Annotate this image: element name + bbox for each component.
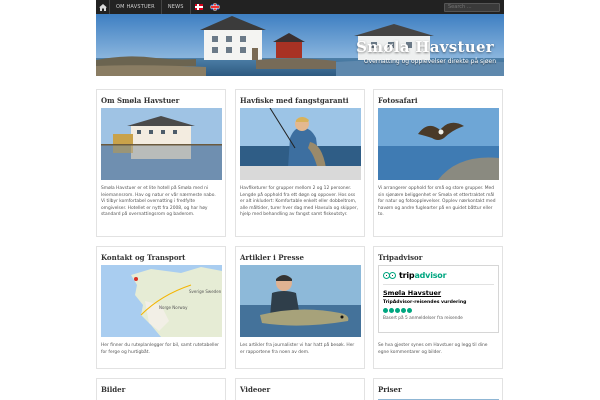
tripadvisor-logo[interactable]: tripadvisor: [383, 271, 498, 280]
card-title[interactable]: Tripadvisor: [378, 253, 502, 262]
tripadvisor-review-count[interactable]: Basert på 5 anmeldelser fra reisende: [383, 316, 498, 321]
site-subtitle: Overnatting og opplevelser direkte på sj…: [363, 58, 496, 65]
home-icon[interactable]: [96, 0, 110, 14]
tripadvisor-wordmark: tripadvisor: [399, 271, 447, 280]
card-om-smola-havstuer: Om Smøla Havstuer Smøla Havstuer er et l…: [96, 89, 226, 237]
card-text: Vi arrangerer opphold for små og store g…: [378, 186, 496, 218]
card-tripadvisor: Tripadvisor tripadvisor Smøla Havstuer T…: [373, 246, 503, 369]
card-havfiske: Havfiske med fangstgaranti Havfiketurer …: [235, 89, 365, 237]
header-banner: Smøla Havstuer Overnatting og opplevelse…: [96, 14, 504, 76]
card-priser: Priser: [373, 378, 503, 400]
card-text: Havfiketurer for grupper mellom 2 og 12 …: [240, 186, 359, 218]
card-title[interactable]: Videoer: [240, 385, 364, 394]
card-text: Smøla Havstuer er et lite hotell på Smøl…: [101, 186, 216, 218]
tripadvisor-rating-bubbles: [383, 308, 498, 313]
press-photo[interactable]: [240, 265, 361, 337]
card-title[interactable]: Bilder: [101, 385, 225, 394]
nav-news[interactable]: NEWS: [162, 0, 191, 14]
search-input[interactable]: [448, 4, 499, 10]
fisherman-photo[interactable]: [240, 108, 361, 180]
eagle-photo[interactable]: [378, 108, 499, 180]
tripadvisor-owl-icon: [383, 271, 397, 280]
card-title[interactable]: Priser: [378, 385, 502, 394]
top-navigation-bar: OM HAVSTUER NEWS: [96, 0, 504, 14]
norwegian-flag-icon[interactable]: [194, 4, 203, 10]
map-label-sweden: Sverige Sweden: [189, 289, 222, 294]
card-title[interactable]: Fotosafari: [378, 96, 502, 105]
english-flag-icon[interactable]: [210, 4, 219, 10]
card-title[interactable]: Artikler i Presse: [240, 253, 364, 262]
card-fotosafari: Fotosafari Vi arrangerer opphold for små…: [373, 89, 503, 237]
site-title: Smøla Havstuer: [356, 38, 494, 56]
card-title[interactable]: Om Smøla Havstuer: [101, 96, 225, 105]
card-title[interactable]: Kontakt og Transport: [101, 253, 225, 262]
card-text: Les artikler fra journalister vi har hat…: [240, 343, 355, 355]
card-title[interactable]: Havfiske med fangstgaranti: [240, 96, 364, 105]
tripadvisor-widget[interactable]: tripadvisor Smøla Havstuer TripAdvisor-r…: [378, 265, 499, 333]
search-box: [444, 2, 500, 12]
tripadvisor-rating-title: TripAdvisor-reisendes vurdering: [383, 300, 467, 305]
card-text: Her finner du ruteplanlegger for bil, sa…: [101, 343, 219, 355]
map-label-norway: Norge Norway: [159, 305, 188, 310]
divider: [383, 284, 494, 285]
tripadvisor-hotel-name[interactable]: Smøla Havstuer: [383, 289, 498, 297]
card-videoer: Videoer: [235, 378, 365, 400]
hotel-photo[interactable]: [101, 108, 222, 180]
card-bilder: Bilder: [96, 378, 226, 400]
card-text: Se hva gjester synes om Havstuer og legg…: [378, 343, 488, 355]
map-image[interactable]: Sverige Sweden Norge Norway: [101, 265, 222, 337]
card-artikler-i-presse: Artikler i Presse Les artikler fra journ…: [235, 246, 365, 369]
nav-om-havstuer[interactable]: OM HAVSTUER: [110, 0, 162, 14]
card-kontakt-transport: Kontakt og Transport Sverige Sweden Norg…: [96, 246, 226, 369]
